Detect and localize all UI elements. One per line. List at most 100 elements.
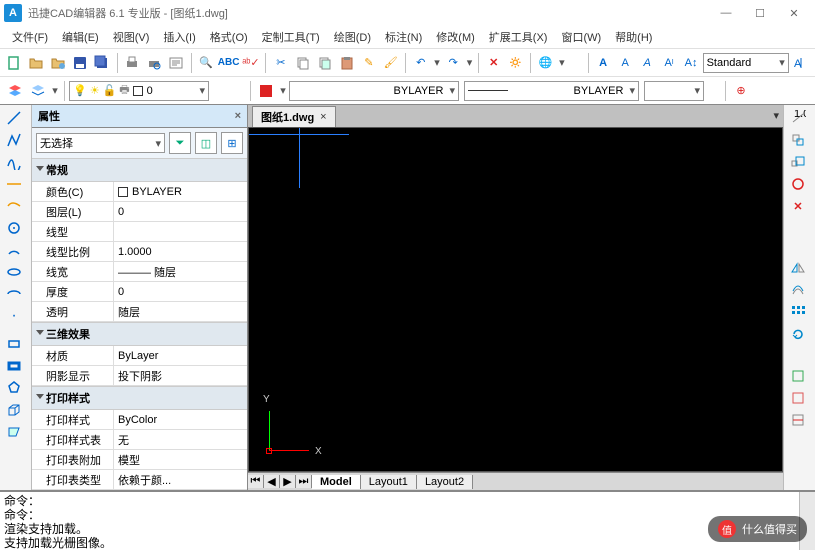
prop-row[interactable]: 颜色(C)BYLAYER xyxy=(32,182,247,202)
menu-item[interactable]: 视图(V) xyxy=(107,27,156,47)
circle-icon[interactable] xyxy=(0,217,28,239)
quickselect-icon[interactable]: ⏷ xyxy=(169,132,191,154)
undo-icon[interactable]: ↶ xyxy=(410,52,431,74)
maximize-button[interactable]: ☐ xyxy=(743,2,777,24)
copy-icon[interactable] xyxy=(292,52,313,74)
minimize-button[interactable]: — xyxy=(709,2,743,24)
move-icon[interactable] xyxy=(784,129,812,151)
prop-row[interactable]: 打印样式表无 xyxy=(32,430,247,450)
layer-dd-icon[interactable]: ▾ xyxy=(50,80,60,102)
ellipse-icon[interactable] xyxy=(0,261,28,283)
prop-value[interactable]: ByColor xyxy=(114,410,247,429)
prop-value[interactable]: 依赖于颜... xyxy=(114,470,247,489)
copy-base-icon[interactable] xyxy=(314,52,335,74)
close-button[interactable]: ✕ xyxy=(777,2,811,24)
text-a1-icon[interactable]: A xyxy=(593,52,614,74)
prop-row[interactable]: 阴影显示投下阴影 xyxy=(32,366,247,386)
prop-value[interactable]: 模型 xyxy=(114,450,247,469)
layer-combo[interactable]: 💡 ☀ 🔓 🖶 0 ▾ xyxy=(69,81,209,101)
world-dd-icon[interactable]: ▾ xyxy=(557,52,567,74)
cut-icon[interactable]: ✂ xyxy=(270,52,291,74)
text-height-icon[interactable]: AI xyxy=(659,52,680,74)
save-icon[interactable] xyxy=(70,52,91,74)
menu-item[interactable]: 标注(N) xyxy=(379,27,428,47)
erase-icon[interactable]: ✕ xyxy=(784,195,812,217)
lineweight-combo[interactable]: BYLAYER ▾ xyxy=(464,81,639,101)
spline-icon[interactable] xyxy=(0,151,28,173)
tab-list-icon[interactable]: ▾ xyxy=(773,109,779,122)
color-picker-icon[interactable] xyxy=(255,80,277,102)
text-style-icon[interactable]: A↕ xyxy=(681,52,702,74)
prop-row[interactable]: 线型比例1.0000 xyxy=(32,242,247,262)
layer-manager-icon[interactable] xyxy=(4,80,26,102)
selection-combo[interactable]: 无选择 ▾ xyxy=(36,133,165,153)
prop-value[interactable] xyxy=(114,222,247,241)
text-style-combo[interactable]: Standard ▾ xyxy=(703,53,789,73)
tab-close-icon[interactable]: × xyxy=(320,111,326,123)
brush-icon[interactable]: 🖌 xyxy=(380,52,401,74)
prop-group-header[interactable]: 常规 xyxy=(32,158,247,182)
trim-green-icon[interactable] xyxy=(784,365,812,387)
menu-item[interactable]: 修改(M) xyxy=(430,27,481,47)
menu-item[interactable]: 绘图(D) xyxy=(328,27,377,47)
prop-value[interactable]: ——— 随层 xyxy=(114,262,247,281)
prop-value[interactable]: 1.0000 xyxy=(114,242,247,261)
prop-row[interactable]: 打印表类型依赖于颜... xyxy=(32,470,247,490)
prop-row[interactable]: 线型 xyxy=(32,222,247,242)
layout-next-icon[interactable]: ▶ xyxy=(280,475,296,488)
document-tab[interactable]: 图纸1.dwg × xyxy=(252,106,336,127)
scale-icon[interactable] xyxy=(784,151,812,173)
layout-tab-2[interactable]: Layout2 xyxy=(417,475,473,489)
line-icon[interactable] xyxy=(0,107,28,129)
ray-icon[interactable] xyxy=(0,195,28,217)
find-icon[interactable]: 🔍 xyxy=(196,52,217,74)
panel-close-icon[interactable]: × xyxy=(235,110,241,122)
open-cloud-icon[interactable] xyxy=(48,52,69,74)
print-icon[interactable] xyxy=(122,52,143,74)
select-objects-icon[interactable]: ◫ xyxy=(195,132,217,154)
explode-icon[interactable] xyxy=(784,409,812,431)
prop-row[interactable]: 打印样式ByColor xyxy=(32,410,247,430)
spell-icon[interactable]: ABC xyxy=(218,52,240,74)
drawing-canvas[interactable]: X Y xyxy=(248,127,783,472)
menu-item[interactable]: 定制工具(T) xyxy=(256,27,326,47)
check-icon[interactable]: ᵃᵇ✓ xyxy=(240,52,261,74)
layout-prev-icon[interactable]: ◀ xyxy=(264,475,280,488)
point-icon[interactable]: · xyxy=(0,305,28,327)
prop-row[interactable]: 线宽——— 随层 xyxy=(32,262,247,282)
menu-item[interactable]: 编辑(E) xyxy=(56,27,105,47)
prop-value[interactable]: 0 xyxy=(114,202,247,221)
layout-tab-1[interactable]: Layout1 xyxy=(361,475,417,489)
prop-group-header[interactable]: 三维效果 xyxy=(32,322,247,346)
region-icon[interactable] xyxy=(0,421,28,443)
open-icon[interactable] xyxy=(26,52,47,74)
dist-icon[interactable]: 1.0 xyxy=(784,107,812,129)
prop-row[interactable]: 厚度0 xyxy=(32,282,247,302)
text-a2-icon[interactable]: A xyxy=(615,52,636,74)
prop-value[interactable]: BYLAYER xyxy=(114,182,247,201)
text-tool-icon[interactable]: A xyxy=(790,52,811,74)
redo-icon[interactable]: ↷ xyxy=(443,52,464,74)
rect-icon[interactable] xyxy=(0,333,28,355)
prop-row[interactable]: 透明随层 xyxy=(32,302,247,322)
linetype-combo[interactable]: BYLAYER ▾ xyxy=(289,81,459,101)
box-icon[interactable] xyxy=(0,399,28,421)
redo-dd-icon[interactable]: ▾ xyxy=(465,52,475,74)
command-line[interactable]: 命令： 命令： 渲染支持加载。 支持加载光栅图像。 xyxy=(0,490,815,550)
toggle-pv-icon[interactable]: ⊞ xyxy=(221,132,243,154)
prop-value[interactable]: 无 xyxy=(114,430,247,449)
undo-dd-icon[interactable]: ▾ xyxy=(432,52,442,74)
world-icon[interactable]: 🌐 xyxy=(535,52,556,74)
arc-icon[interactable] xyxy=(0,239,28,261)
match-prop-icon[interactable]: ✎ xyxy=(358,52,379,74)
prop-value[interactable]: 投下阴影 xyxy=(114,366,247,385)
layout-tab-model[interactable]: Model xyxy=(312,475,361,489)
offset-icon[interactable] xyxy=(784,279,812,301)
flag-icon[interactable]: 🔅 xyxy=(505,52,526,74)
color-dd-icon[interactable]: ▾ xyxy=(278,80,288,102)
menu-item[interactable]: 窗口(W) xyxy=(555,27,607,47)
layout-first-icon[interactable]: ⏮ xyxy=(248,475,264,488)
print-preview-icon[interactable] xyxy=(144,52,165,74)
prop-row[interactable]: 材质ByLayer xyxy=(32,346,247,366)
prop-value[interactable]: 0 xyxy=(114,282,247,301)
